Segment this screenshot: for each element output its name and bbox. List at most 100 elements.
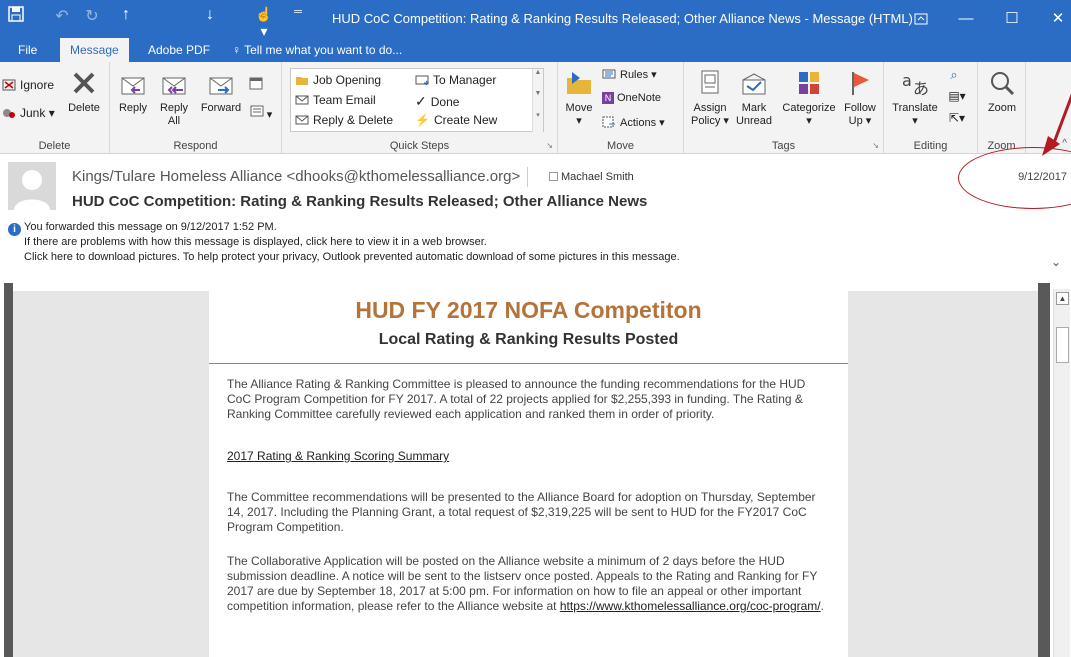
more-respond-icon xyxy=(250,105,264,117)
rules-icon xyxy=(602,69,616,79)
quick-step-job-opening[interactable]: Job Opening xyxy=(295,73,381,87)
move-button[interactable]: Move ▾ xyxy=(562,68,596,128)
newsletter-heading: HUD FY 2017 NOFA Competiton xyxy=(355,297,702,323)
tags-group: Assign Policy ▾ Mark Unread Categorize ▾ … xyxy=(684,62,884,154)
recipient-presence-icon xyxy=(549,172,558,181)
quick-step-reply-delete[interactable]: Reply & Delete xyxy=(295,113,393,127)
categorize-button[interactable]: Categorize ▾ xyxy=(778,68,840,128)
to-manager-label: To Manager xyxy=(433,73,497,87)
select-cursor-icon: ⇱▾ xyxy=(948,111,966,125)
zoom-button[interactable]: Zoom xyxy=(982,68,1022,115)
translate-label: Translate xyxy=(892,102,938,114)
customize-qat-icon[interactable]: ═ xyxy=(286,6,310,18)
scoring-summary-link[interactable]: 2017 Rating & Ranking Scoring Summary xyxy=(227,449,449,464)
done-label: Done xyxy=(430,95,460,109)
tell-me-search[interactable]: ♀ Tell me what you want to do... xyxy=(222,38,412,62)
ribbon-tabs: File Message Adobe PDF ♀ Tell me what yo… xyxy=(0,38,1071,62)
message-body: ▲ HUD FY 2017 NOFA Competiton Local Rati… xyxy=(0,283,1071,657)
reply-all-button[interactable]: Reply All xyxy=(154,68,194,128)
ribbon: Ignore Junk ▾ Delete Delete Reply Reply … xyxy=(0,62,1071,154)
newsletter-content: HUD FY 2017 NOFA Competiton Local Rating… xyxy=(209,291,848,657)
find-button[interactable]: ⌕ xyxy=(944,68,964,83)
redo-icon[interactable]: ↻ xyxy=(80,6,104,26)
more-respond-button[interactable]: ▾ xyxy=(246,104,276,122)
quick-steps-launcher-icon[interactable]: ↘ xyxy=(546,141,553,150)
follow-up-button[interactable]: Follow Up ▾ xyxy=(840,68,880,128)
quick-steps-scroll-down[interactable]: ▼ xyxy=(532,90,543,111)
paragraph-collaborative-application: The Collaborative Application will be po… xyxy=(227,554,827,614)
onenote-button[interactable]: N OneNote xyxy=(602,92,661,104)
quick-steps-scroll-up[interactable]: ▲ xyxy=(532,69,543,90)
move-group: Move ▾ Rules ▾ N OneNote Actions ▾ Move xyxy=(558,62,684,154)
tags-launcher-icon[interactable]: ↘ xyxy=(872,141,879,150)
recipient[interactable]: Machael Smith xyxy=(549,171,634,183)
mark-unread-button[interactable]: Mark Unread xyxy=(734,68,774,128)
expand-header-icon[interactable]: ⌄ xyxy=(1051,255,1061,269)
close-icon[interactable]: ✕ xyxy=(1035,0,1071,38)
assign-policy-button[interactable]: Assign Policy ▾ xyxy=(688,68,732,128)
quick-step-done[interactable]: ✓ Done xyxy=(415,93,459,110)
select-button[interactable]: ⇱▾ xyxy=(944,112,970,126)
vertical-scrollbar[interactable]: ▲ xyxy=(1053,289,1070,657)
tell-me-label: Tell me what you want to do... xyxy=(244,43,403,57)
quick-step-team-email[interactable]: Team Email xyxy=(295,93,376,107)
junk-button[interactable]: Junk ▾ xyxy=(2,106,55,120)
meeting-button[interactable] xyxy=(248,76,264,94)
mark-unread-icon xyxy=(742,73,766,95)
related-button[interactable]: ▤▾ xyxy=(944,90,970,104)
ignore-button[interactable]: Ignore xyxy=(2,78,54,92)
forward-label: Forward xyxy=(200,102,242,114)
actions-button[interactable]: Actions ▾ xyxy=(602,116,665,129)
reply-button[interactable]: Reply xyxy=(116,68,150,115)
scroll-thumb[interactable] xyxy=(1056,327,1069,363)
right-margin xyxy=(848,291,1038,657)
categorize-label: Categorize xyxy=(782,102,836,114)
save-icon[interactable] xyxy=(4,6,28,27)
reply-delete-icon xyxy=(295,115,309,125)
folder-icon xyxy=(296,77,308,85)
tab-adobe-pdf[interactable]: Adobe PDF xyxy=(138,38,220,62)
rules-button[interactable]: Rules ▾ xyxy=(602,68,657,81)
ribbon-display-icon[interactable] xyxy=(898,0,944,38)
team-email-label: Team Email xyxy=(313,93,376,107)
alliance-website-link[interactable]: https://www.kthomelessalliance.org/coc-p… xyxy=(560,599,821,613)
recipient-name: Machael Smith xyxy=(561,171,634,183)
previous-item-icon[interactable]: ↑ xyxy=(114,6,138,24)
tab-file[interactable]: File xyxy=(8,38,47,62)
scroll-up-icon[interactable]: ▲ xyxy=(1056,292,1069,305)
assign-policy-icon xyxy=(701,70,719,94)
sender[interactable]: Kings/Tulare Homeless Alliance <dhooks@k… xyxy=(72,168,520,185)
quick-step-create-new[interactable]: ⚡ Create New xyxy=(415,113,497,127)
translate-button[interactable]: aあ Translate ▾ xyxy=(888,68,942,128)
undo-icon[interactable]: ↶ xyxy=(50,6,74,26)
heading-divider xyxy=(209,363,848,364)
left-margin xyxy=(13,291,209,657)
svg-text:あ: あ xyxy=(913,79,929,98)
delete-button[interactable]: Delete xyxy=(64,68,104,115)
reply-all-icon xyxy=(162,77,186,95)
window-title: HUD CoC Competition: Rating & Ranking Re… xyxy=(332,11,913,26)
quick-steps-label: Quick Steps xyxy=(389,140,450,152)
annotation-arrow xyxy=(1042,93,1071,156)
message-subject: HUD CoC Competition: Rating & Ranking Re… xyxy=(72,193,648,210)
categorize-icon xyxy=(799,72,819,94)
forward-button[interactable]: Forward xyxy=(198,68,244,115)
maximize-icon[interactable]: ☐ xyxy=(989,0,1035,38)
tab-message[interactable]: Message xyxy=(60,38,129,62)
svg-text:a: a xyxy=(902,71,912,90)
title-bar: ↶ ↻ ↑ ↓ ☝▾ ═ HUD CoC Competition: Rating… xyxy=(0,0,1071,40)
quick-steps-more[interactable]: ▾ xyxy=(532,111,543,132)
actions-icon xyxy=(602,116,615,128)
to-manager-icon xyxy=(415,75,429,86)
minimize-icon[interactable]: — xyxy=(943,0,989,38)
move-folder-icon xyxy=(567,72,591,94)
touch-mode-icon[interactable]: ☝▾ xyxy=(252,6,276,40)
job-opening-label: Job Opening xyxy=(313,73,382,87)
magnifier-icon xyxy=(991,72,1015,96)
flag-icon xyxy=(852,72,869,95)
download-pictures-notice[interactable]: Click here to download pictures. To help… xyxy=(24,251,680,263)
tags-group-label: Tags xyxy=(771,140,796,152)
next-item-icon[interactable]: ↓ xyxy=(198,6,222,24)
view-in-browser-notice[interactable]: If there are problems with how this mess… xyxy=(24,236,487,248)
quick-step-to-manager[interactable]: To Manager xyxy=(415,73,496,87)
